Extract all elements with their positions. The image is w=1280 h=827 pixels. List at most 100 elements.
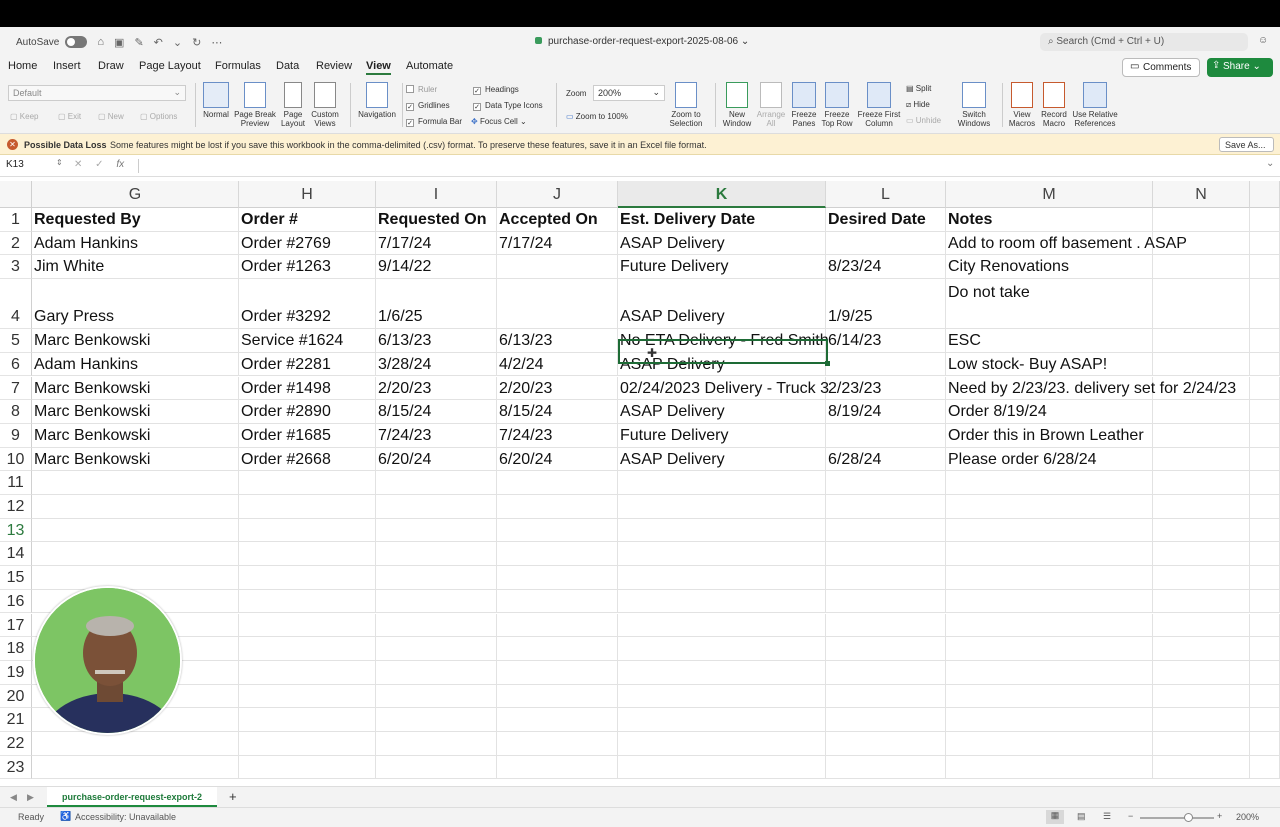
column-header-g[interactable]: G: [32, 181, 239, 208]
sheet-view-select[interactable]: Default ⌄: [8, 85, 186, 101]
table-cell[interactable]: [239, 637, 376, 661]
table-cell[interactable]: [1250, 589, 1280, 614]
table-cell[interactable]: Future Delivery: [618, 255, 826, 280]
table-cell[interactable]: [826, 613, 946, 638]
table-cell[interactable]: ASAP Delivery: [618, 447, 826, 472]
next-sheet-icon[interactable]: ▶: [27, 792, 34, 803]
row-header-10[interactable]: 10: [0, 447, 32, 472]
table-cell[interactable]: [497, 542, 618, 567]
table-cell[interactable]: Adam Hankins: [32, 352, 239, 377]
table-cell[interactable]: [497, 684, 618, 709]
table-cell[interactable]: [239, 589, 376, 614]
autosave-toggle[interactable]: [65, 36, 88, 48]
table-cell[interactable]: [1250, 255, 1280, 280]
document-title[interactable]: purchase-order-request-export-2025-08-06…: [535, 36, 749, 47]
zoom-out-icon[interactable]: −: [1128, 811, 1133, 821]
table-cell[interactable]: [376, 589, 497, 614]
table-cell[interactable]: [1250, 566, 1280, 590]
table-cell[interactable]: 7/17/24: [497, 231, 618, 256]
row-header-5[interactable]: 5: [0, 329, 32, 353]
redo-icon[interactable]: ↻: [192, 36, 201, 49]
table-cell[interactable]: [946, 495, 1153, 519]
search-box[interactable]: ⌕ Search (Cmd + Ctrl + U): [1040, 33, 1248, 51]
table-cell[interactable]: Gary Press: [32, 279, 239, 330]
table-cell[interactable]: [946, 755, 1153, 780]
table-cell[interactable]: [1153, 352, 1250, 377]
table-cell[interactable]: [618, 518, 826, 543]
table-cell[interactable]: [497, 471, 618, 495]
table-cell[interactable]: [239, 684, 376, 709]
formula-bar-checkbox[interactable]: ✓ Formula Bar: [406, 117, 462, 127]
table-cell[interactable]: [32, 495, 239, 519]
header-cell[interactable]: Accepted On: [497, 208, 618, 232]
row-header-21[interactable]: 21: [0, 708, 32, 732]
table-cell[interactable]: [826, 637, 946, 661]
table-cell[interactable]: [618, 471, 826, 495]
table-cell[interactable]: [1153, 589, 1250, 614]
table-cell[interactable]: 8/23/24: [826, 255, 946, 280]
table-cell[interactable]: [1250, 755, 1280, 780]
header-cell[interactable]: [1153, 208, 1250, 232]
table-cell[interactable]: [618, 755, 826, 780]
table-cell[interactable]: [1153, 255, 1250, 280]
table-cell[interactable]: Marc Benkowski: [32, 423, 239, 448]
table-cell[interactable]: [497, 495, 618, 519]
normal-view-button[interactable]: Normal: [200, 82, 232, 119]
account-icon[interactable]: ☺: [1258, 35, 1268, 46]
column-header-i[interactable]: I: [376, 181, 497, 208]
undo-icon[interactable]: ↶: [154, 36, 163, 49]
table-cell[interactable]: [946, 542, 1153, 567]
freeze-top-row-button[interactable]: Freeze Top Row: [818, 82, 856, 128]
table-cell[interactable]: [618, 542, 826, 567]
table-cell[interactable]: [618, 566, 826, 590]
table-cell[interactable]: [946, 660, 1153, 685]
row-header-17[interactable]: 17: [0, 613, 32, 638]
table-cell[interactable]: [376, 613, 497, 638]
table-cell[interactable]: [1153, 279, 1250, 330]
row-header-13[interactable]: 13: [0, 518, 32, 543]
tab-page-layout[interactable]: Page Layout: [139, 60, 201, 72]
table-cell[interactable]: [497, 660, 618, 685]
table-cell[interactable]: [618, 708, 826, 732]
table-cell[interactable]: ASAP Delivery: [618, 279, 826, 330]
table-cell[interactable]: [618, 684, 826, 709]
table-cell[interactable]: [1250, 708, 1280, 732]
table-cell[interactable]: 7/24/23: [497, 423, 618, 448]
table-cell[interactable]: [239, 566, 376, 590]
switch-windows-button[interactable]: Switch Windows: [954, 82, 994, 128]
table-cell[interactable]: [946, 589, 1153, 614]
arrange-all-button[interactable]: Arrange All: [754, 82, 788, 128]
table-cell[interactable]: [946, 566, 1153, 590]
table-cell[interactable]: 9/14/22: [376, 255, 497, 280]
use-relative-references-button[interactable]: Use Relative References: [1070, 82, 1120, 128]
custom-views-button[interactable]: Custom Views: [310, 82, 340, 128]
table-cell[interactable]: [497, 637, 618, 661]
new-view-button[interactable]: ▢ New: [98, 112, 124, 121]
table-cell[interactable]: [497, 613, 618, 638]
row-header-8[interactable]: 8: [0, 400, 32, 424]
table-cell[interactable]: ASAP Delivery: [618, 231, 826, 256]
table-cell[interactable]: [1153, 613, 1250, 638]
row-header-14[interactable]: 14: [0, 542, 32, 567]
page-layout-status-icon[interactable]: ▤: [1077, 811, 1086, 822]
cancel-icon[interactable]: ✕: [74, 159, 82, 170]
table-cell[interactable]: ESC: [946, 329, 1153, 353]
table-cell[interactable]: [1250, 400, 1280, 424]
table-cell[interactable]: 8/19/24: [826, 400, 946, 424]
table-cell[interactable]: [1153, 566, 1250, 590]
table-cell[interactable]: 6/20/24: [497, 447, 618, 472]
table-cell[interactable]: [32, 542, 239, 567]
zoom-to-selection-button[interactable]: Zoom to Selection: [666, 82, 706, 128]
row-header-11[interactable]: 11: [0, 471, 32, 495]
table-cell[interactable]: [239, 542, 376, 567]
table-cell[interactable]: [1250, 518, 1280, 543]
table-cell[interactable]: [946, 708, 1153, 732]
header-cell[interactable]: Order #: [239, 208, 376, 232]
row-header-7[interactable]: 7: [0, 376, 32, 401]
new-window-button[interactable]: New Window: [718, 82, 756, 128]
table-cell[interactable]: [1250, 329, 1280, 353]
table-cell[interactable]: [1153, 423, 1250, 448]
table-cell[interactable]: [826, 660, 946, 685]
table-cell[interactable]: [497, 755, 618, 780]
table-cell[interactable]: [376, 684, 497, 709]
